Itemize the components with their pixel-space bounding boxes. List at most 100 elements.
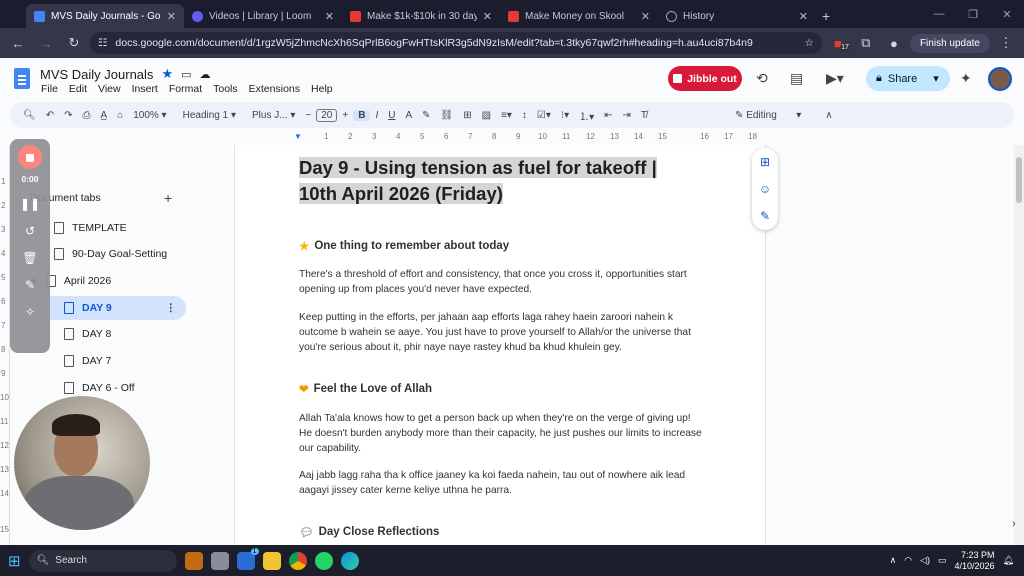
restart-icon[interactable]: ↺	[25, 224, 35, 238]
wifi-icon[interactable]: ◠	[904, 555, 912, 566]
editing-mode-select[interactable]: ✎ Editing ▾	[730, 110, 806, 121]
search-menus-icon[interactable]: 🔍︎	[18, 110, 41, 121]
notifications-icon[interactable]: 🔔︎	[1003, 555, 1014, 566]
star-icon[interactable]: ★	[161, 66, 173, 82]
bold-icon[interactable]: B	[353, 109, 371, 121]
zoom-select[interactable]: 100% ▾	[128, 110, 171, 121]
scrollbar-thumb[interactable]	[1016, 157, 1022, 203]
spellcheck-icon[interactable]: A̲	[95, 110, 112, 121]
windows-start-icon[interactable]: ⊞	[8, 552, 21, 570]
menu-format[interactable]: Format	[169, 83, 202, 95]
doc-title[interactable]: MVS Daily Journals	[40, 67, 153, 82]
record-icon[interactable]: ◼	[18, 145, 42, 169]
redo-icon[interactable]: ↷	[59, 110, 77, 121]
close-icon[interactable]: ✕	[990, 8, 1024, 21]
more-options-icon[interactable]: ⋮	[166, 302, 177, 314]
url-input[interactable]: ☷ docs.google.com/document/d/1rgzW5jZhmc…	[90, 32, 822, 54]
bulleted-list-icon[interactable]: ⁝▾	[556, 110, 574, 121]
forward-icon[interactable]: →	[34, 36, 58, 51]
whatsapp-icon[interactable]	[314, 551, 333, 570]
paragraph[interactable]: Aaj jabb lagg raha tha k office jaaney k…	[299, 468, 703, 498]
section-heading[interactable]: 💬︎ Day Close Reflections	[299, 525, 439, 539]
menu-tools[interactable]: Tools	[213, 83, 238, 95]
delete-icon[interactable]: 🗑︎	[22, 251, 37, 265]
maximize-icon[interactable]: ❐	[956, 8, 990, 21]
emoji-reaction-icon[interactable]: ☺	[759, 182, 771, 196]
section-heading[interactable]: ★ One thing to remember about today	[299, 239, 509, 253]
account-avatar[interactable]	[988, 67, 1012, 91]
effects-icon[interactable]: ✧	[25, 305, 35, 319]
extensions-puzzle-icon[interactable]: ⧉	[854, 35, 878, 51]
pause-icon[interactable]: ❚❚	[20, 197, 40, 211]
sidebar-item-day-8[interactable]: DAY 8	[64, 322, 111, 346]
close-icon[interactable]: ✕	[167, 10, 176, 23]
new-tab-button[interactable]: +	[816, 4, 836, 28]
clear-formatting-icon[interactable]: T̸	[636, 110, 652, 121]
site-info-icon[interactable]: ☷	[98, 37, 107, 49]
suggest-edit-icon[interactable]: ✎	[760, 209, 770, 223]
store-icon[interactable]: 1	[236, 547, 259, 570]
horizontal-ruler[interactable]: ▼ 1 2 3 4 5 6 7 8 9 10 11 12 13 14 15 16…	[234, 130, 766, 144]
paragraph[interactable]: There's a threshold of effort and consis…	[299, 267, 703, 297]
paint-format-icon[interactable]: ⌂	[112, 110, 128, 121]
bookmark-star-icon[interactable]: ☆	[805, 37, 814, 49]
hide-menus-icon[interactable]: ∧	[820, 110, 837, 121]
close-icon[interactable]: ✕	[641, 10, 650, 23]
browser-tab[interactable]: History ✕	[658, 4, 816, 28]
print-icon[interactable]: ⎙	[77, 110, 95, 121]
volume-icon[interactable]: ◁)	[920, 555, 930, 566]
menu-icon[interactable]: ⋮	[994, 35, 1018, 51]
close-icon[interactable]: ✕	[799, 10, 808, 23]
sidebar-item-goal-setting[interactable]: 90-Day Goal-Setting	[54, 242, 167, 266]
edge-icon[interactable]	[340, 551, 359, 570]
font-size-input[interactable]: 20	[316, 108, 338, 122]
draw-icon[interactable]: ✎	[25, 278, 35, 292]
indent-marker-icon[interactable]: ▼	[294, 132, 302, 141]
jibble-out-button[interactable]: Jibble out	[668, 66, 742, 91]
browser-tab[interactable]: Make $1k-$10k in 30 days ✕	[342, 4, 500, 28]
profile-avatar[interactable]: ●	[882, 36, 906, 51]
menu-help[interactable]: Help	[311, 83, 333, 95]
line-spacing-icon[interactable]: ↕	[517, 110, 532, 121]
document-page[interactable]: Day 9 - Using tension as fuel for takeof…	[234, 145, 766, 545]
extension-icon[interactable]: ■ 17	[826, 36, 850, 51]
insert-image-icon[interactable]: ▨	[477, 110, 496, 121]
numbered-list-icon[interactable]: ⒈▾	[574, 108, 599, 123]
page-title[interactable]: Day 9 - Using tension as fuel for takeof…	[299, 155, 689, 207]
share-button[interactable]: 🔒︎ Share ▾	[866, 66, 950, 91]
gemini-icon[interactable]: ✦	[960, 70, 972, 87]
increase-indent-icon[interactable]: ⇥	[618, 110, 636, 121]
increase-font-size-button[interactable]: +	[337, 110, 353, 121]
decrease-font-size-button[interactable]: −	[300, 110, 316, 121]
underline-icon[interactable]: U	[383, 110, 400, 121]
menu-insert[interactable]: Insert	[132, 83, 158, 95]
style-select[interactable]: Heading 1 ▾	[178, 110, 241, 121]
sidebar-item-day-9[interactable]: DAY 9 ⋮	[50, 296, 186, 320]
scrollbar[interactable]	[1014, 145, 1024, 545]
comments-icon[interactable]: ▤	[790, 70, 803, 87]
clock[interactable]: 7:23 PM 4/10/2026	[955, 550, 995, 572]
font-select[interactable]: Plus J... ▾	[247, 110, 300, 121]
minimize-icon[interactable]: —	[922, 8, 956, 20]
chevron-down-icon[interactable]: ▾	[933, 72, 939, 85]
battery-icon[interactable]: ▭	[938, 555, 947, 566]
webcam-bubble[interactable]	[14, 396, 150, 530]
menu-file[interactable]: File	[41, 83, 58, 95]
chrome-icon[interactable]	[288, 551, 307, 570]
checklist-icon[interactable]: ☑▾	[532, 110, 556, 121]
paragraph[interactable]: Keep putting in the efforts, per jahaan …	[299, 310, 703, 355]
move-folder-icon[interactable]: ▭	[181, 68, 191, 81]
cloud-status-icon[interactable]: ☁	[200, 68, 211, 81]
sidebar-item-day-7[interactable]: DAY 7	[64, 349, 111, 373]
sidebar-item-template[interactable]: TEMPLATE	[54, 216, 127, 240]
decrease-indent-icon[interactable]: ⇤	[599, 110, 617, 121]
menu-edit[interactable]: Edit	[69, 83, 87, 95]
browser-tab[interactable]: MVS Daily Journals - Google Do✕	[26, 4, 184, 28]
browser-tab[interactable]: Videos | Library | Loom ✕	[184, 4, 342, 28]
menu-extensions[interactable]: Extensions	[249, 83, 300, 95]
paragraph[interactable]: Allah Ta'ala knows how to get a person b…	[299, 411, 703, 456]
highlight-icon[interactable]: ✎	[417, 110, 435, 121]
undo-icon[interactable]: ↶	[41, 110, 59, 121]
reload-icon[interactable]: ↻	[62, 35, 86, 51]
chevron-up-icon[interactable]: ∧	[890, 555, 897, 566]
